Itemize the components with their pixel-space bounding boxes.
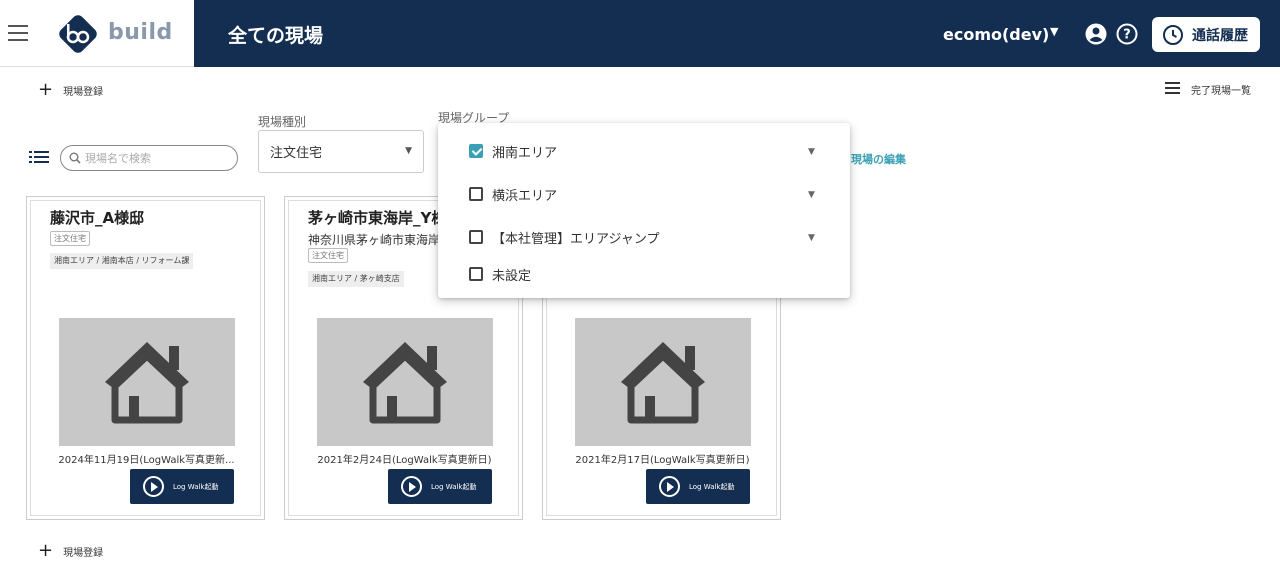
register-site-link-bottom[interactable]: + 現場登録 [38,542,103,560]
group-option-label: 横浜エリア [492,188,558,204]
search-icon [69,152,81,164]
group-option-unset[interactable]: 未設定 [469,262,531,286]
site-card-date: 2021年2月24日(LogWalk写真更新日) [317,455,492,466]
logo-text: build [108,20,173,45]
clock-icon [1163,24,1183,45]
logwalk-launch-label: Log Walk起動 [431,482,477,491]
play-icon [143,476,164,497]
chevron-down-icon[interactable]: ▼ [1050,25,1058,38]
group-option-shonan[interactable]: 湘南エリア [469,139,557,163]
group-option-honsha[interactable]: 【本社管理】エリアジャンプ [469,225,659,249]
logwalk-launch-label: Log Walk起動 [173,482,219,491]
list-icon [1165,82,1180,97]
site-type-tag: 注文住宅 [308,248,348,263]
site-card-date: 2021年2月17日(LogWalk写真更新日) [575,455,750,466]
plus-icon: + [38,79,54,100]
site-type-label: 現場種別 [258,115,307,129]
page-title: 全ての現場 [228,25,324,47]
call-history-label: 通話履歴 [1192,27,1248,44]
register-site-label: 現場登録 [63,86,104,98]
user-icon[interactable] [1085,23,1107,45]
app-header: build 全ての現場 ecomo(dev) ▼ ? 通話履歴 [0,0,1280,67]
site-thumbnail [317,318,493,446]
logwalk-launch-button[interactable]: Log Walk起動 [646,469,750,504]
logo-area: build [0,0,194,67]
chevron-down-icon[interactable]: ▼ [808,147,815,157]
group-option-label: 未設定 [492,268,532,284]
account-menu[interactable]: ecomo(dev) [943,25,1049,44]
chevron-down-icon: ▼ [405,146,412,156]
site-type-tag: 注文住宅 [50,231,90,246]
site-card-title: 藤沢市_A様邸 [50,209,145,227]
site-card[interactable]: 藤沢市_A様邸 注文住宅 湘南エリア / 湘南本店 / リフォーム課 2024年… [26,196,265,520]
logwalk-launch-label: Log Walk起動 [689,482,735,491]
group-option-label: 湘南エリア [492,145,558,161]
search-input[interactable] [85,151,225,165]
list-view-icon[interactable] [29,150,49,164]
group-edit-link[interactable]: 現場の編集 [851,151,906,167]
help-icon[interactable]: ? [1116,23,1138,45]
house-icon [105,342,189,424]
chevron-down-icon[interactable]: ▼ [808,233,815,243]
site-area-tag: 湘南エリア / 湘南本店 / リフォーム課 [50,253,194,269]
site-area-tag: 湘南エリア / 茅ヶ崎支店 [308,271,404,287]
site-thumbnail [59,318,235,446]
logo-icon [59,15,97,53]
site-card-date: 2024年11月19日(LogWalk写真更新... [58,455,235,466]
site-group-dropdown: 湘南エリア ▼ 横浜エリア ▼ 【本社管理】エリアジャンプ ▼ 未設定 [438,123,850,298]
call-history-button[interactable]: 通話履歴 [1152,17,1260,52]
logwalk-launch-button[interactable]: Log Walk起動 [130,469,234,504]
checkbox[interactable] [469,230,483,244]
group-option-yokohama[interactable]: 横浜エリア [469,182,557,206]
site-thumbnail [575,318,751,446]
site-type-value: 注文住宅 [270,146,323,161]
checkbox[interactable] [469,187,483,201]
register-site-link-top[interactable]: + 現場登録 [38,81,103,99]
svg-text:?: ? [1123,28,1131,43]
checkbox-checked[interactable] [469,144,483,158]
site-type-select[interactable]: 注文住宅 ▼ [258,130,424,173]
play-icon [659,476,680,497]
house-icon [621,342,705,424]
house-icon [363,342,447,424]
plus-icon: + [38,540,54,561]
group-option-label: 【本社管理】エリアジャンプ [492,231,660,247]
menu-icon[interactable] [8,25,28,41]
chevron-down-icon[interactable]: ▼ [808,190,815,200]
search-box[interactable] [60,145,238,171]
play-icon [401,476,422,497]
completed-sites-label: 完了現場一覧 [1191,86,1251,97]
completed-sites-link[interactable]: 完了現場一覧 [1165,82,1251,97]
register-site-label: 現場登録 [63,547,104,559]
checkbox[interactable] [469,267,483,281]
logwalk-launch-button[interactable]: Log Walk起動 [388,469,492,504]
